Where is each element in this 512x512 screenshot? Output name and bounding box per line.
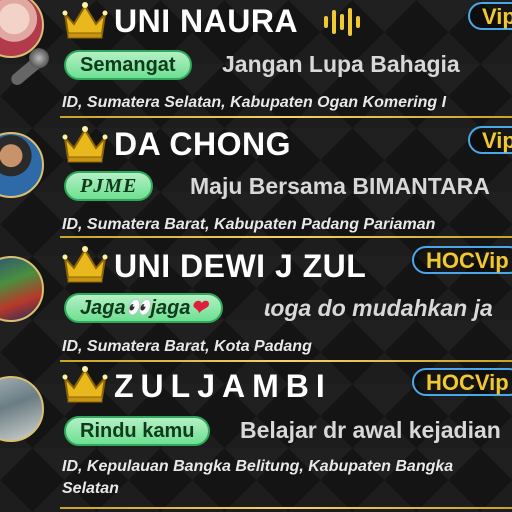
sound-wave-icon [324, 8, 360, 36]
badge-text-suffix: jaga [150, 297, 191, 319]
slogan-text: Belajar dr awal kejadian [240, 417, 501, 443]
crown-icon [62, 366, 108, 403]
user-row-4[interactable]: ZULJAMBI HOCVip Rindu kamu Belajar dr aw… [0, 362, 512, 509]
username: ZULJAMBI [114, 368, 332, 404]
location-text: ID, Sumatera Selatan, Kabupaten Ogan Kom… [62, 94, 447, 111]
avatar[interactable] [0, 376, 44, 442]
slogan-text: Maju Bersama BIMANTARA [190, 173, 490, 199]
avatar[interactable] [0, 132, 44, 198]
status-badge: Jaga👀jaga❤ [64, 293, 224, 323]
vip-tag: Vip [468, 2, 512, 30]
crown-icon [62, 246, 108, 283]
username: DA CHONG [114, 126, 292, 162]
slogan-text: ɩoga do mudahkan ja [264, 295, 493, 321]
status-badge: Rindu kamu [64, 416, 211, 446]
divider [60, 236, 512, 238]
slogan-text: Jangan Lupa Bahagia [222, 51, 460, 77]
eyes-emoji-icon: 👀 [125, 297, 151, 319]
location-text: ID, Kepulauan Bangka Belitung, Kabupaten… [62, 458, 454, 497]
avatar[interactable] [0, 256, 44, 322]
divider [60, 507, 512, 509]
vip-tag: HOCVip [412, 246, 512, 274]
location-text: ID, Sumatera Barat, Kabupaten Padang Par… [62, 216, 436, 233]
badge-text-prefix: Jaga [80, 297, 126, 319]
crown-icon [62, 126, 108, 163]
user-row-1[interactable]: UNI NAURA Vip Semangat Jangan Lupa Bahag… [0, 0, 512, 120]
status-badge: PJME [64, 171, 154, 201]
status-badge: Semangat [64, 50, 192, 80]
vip-tag: Vip [468, 126, 512, 154]
location-text: ID, Sumatera Barat, Kota Padang [62, 338, 312, 355]
crown-icon [62, 2, 108, 39]
user-row-2[interactable]: DA CHONG Vip PJME Maju Bersama BIMANTARA… [0, 120, 512, 240]
username: UNI DEWI J ZUL [114, 248, 367, 284]
divider [60, 116, 512, 118]
heart-icon: ❤ [190, 297, 208, 319]
vip-tag: HOCVip [412, 368, 512, 396]
username: UNI NAURA [114, 3, 299, 39]
user-row-3[interactable]: UNI DEWI J ZUL HOCVip Jaga👀jaga❤ ɩoga do… [0, 240, 512, 362]
